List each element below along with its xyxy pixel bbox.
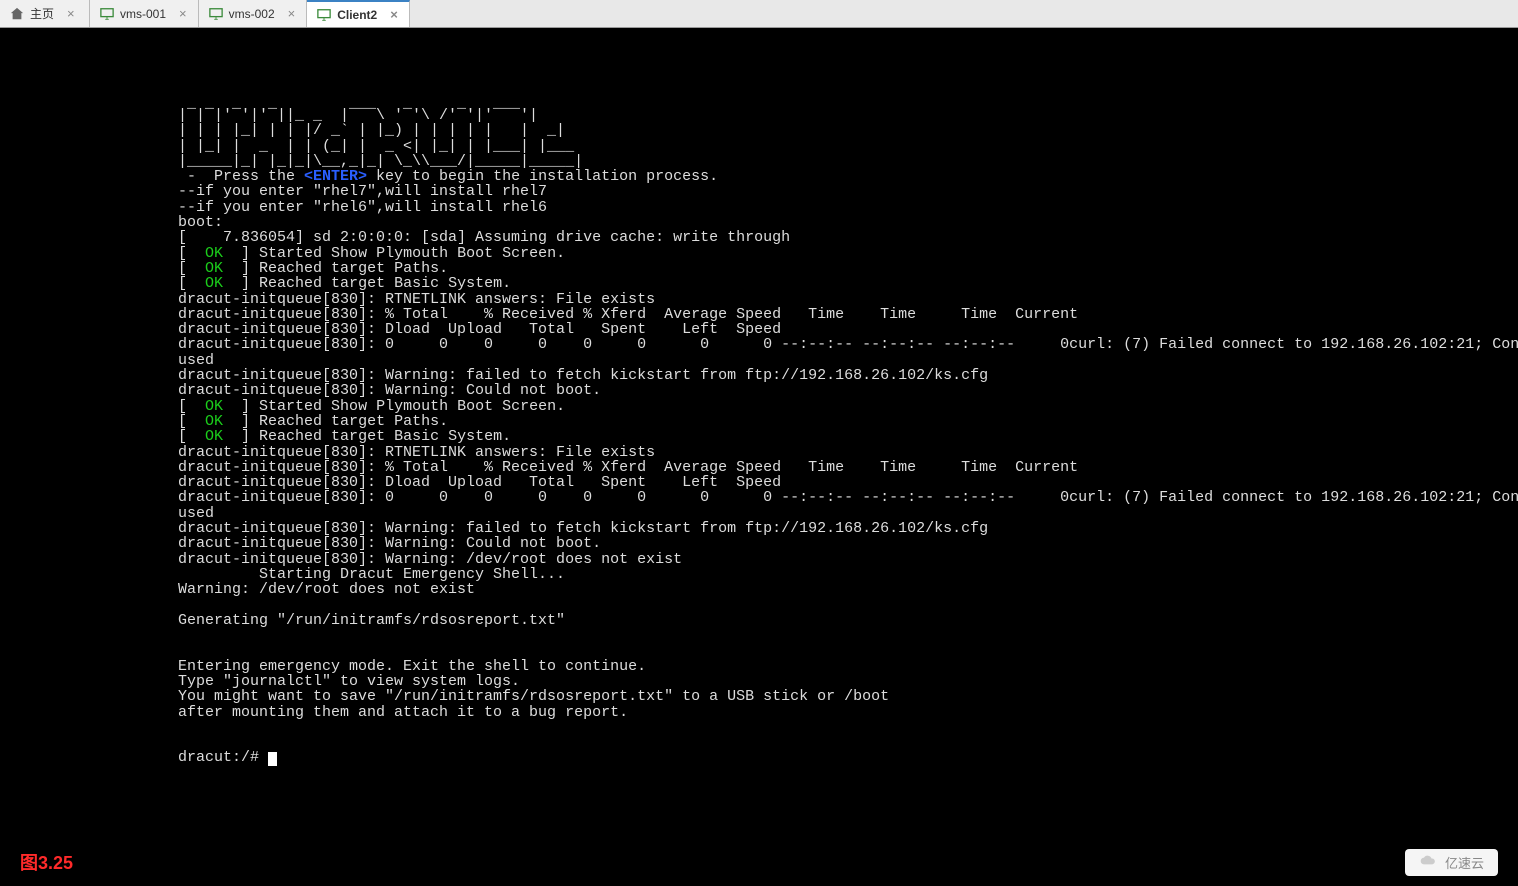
log-line: after mounting them and attach it to a b… — [178, 704, 628, 721]
cursor-icon — [268, 752, 277, 766]
tab-home[interactable]: 主页 × — [0, 0, 90, 27]
brand-badge[interactable]: 亿速云 — [1405, 849, 1498, 876]
close-icon[interactable]: × — [64, 6, 78, 21]
tab-label: vms-001 — [120, 7, 166, 21]
tab-bar: 主页 × vms-001 × vms-002 × Client2 × — [0, 0, 1518, 28]
tab-vms-001[interactable]: vms-001 × — [90, 0, 199, 27]
brand-text: 亿速云 — [1445, 853, 1484, 872]
log-line: dracut-initqueue[830]: 0 0 0 0 0 0 0 0 -… — [178, 489, 1518, 506]
log-line: dracut-initqueue[830]: 0 0 0 0 0 0 0 0 -… — [178, 336, 1518, 353]
home-icon — [10, 7, 24, 21]
tab-label: 主页 — [30, 5, 54, 22]
log-line: Generating "/run/initramfs/rdsosreport.t… — [178, 612, 565, 629]
monitor-icon — [209, 7, 223, 21]
log-line: Warning: /dev/root does not exist — [178, 581, 475, 598]
monitor-icon — [100, 7, 114, 21]
close-icon[interactable]: × — [176, 6, 190, 21]
tab-label: vms-002 — [229, 7, 275, 21]
shell-prompt[interactable]: dracut:/# — [178, 749, 277, 766]
close-icon[interactable]: × — [387, 7, 401, 22]
tab-client2[interactable]: Client2 × — [307, 0, 410, 27]
figure-label: 图3.25 — [20, 849, 73, 875]
footer: 图3.25 亿速云 — [0, 838, 1518, 886]
cloud-icon — [1419, 854, 1439, 871]
terminal-console[interactable]: |‾|‾|'‾'|'‾||_ _ |‾‾‾\ '‾'\ /'‾'|'‾‾‾'| … — [0, 28, 1518, 838]
monitor-icon — [317, 8, 331, 22]
tab-label: Client2 — [337, 8, 377, 22]
tab-vms-002[interactable]: vms-002 × — [199, 0, 308, 27]
close-icon[interactable]: × — [285, 6, 299, 21]
info-line: --if you enter "rhel6",will install rhel… — [178, 199, 547, 216]
